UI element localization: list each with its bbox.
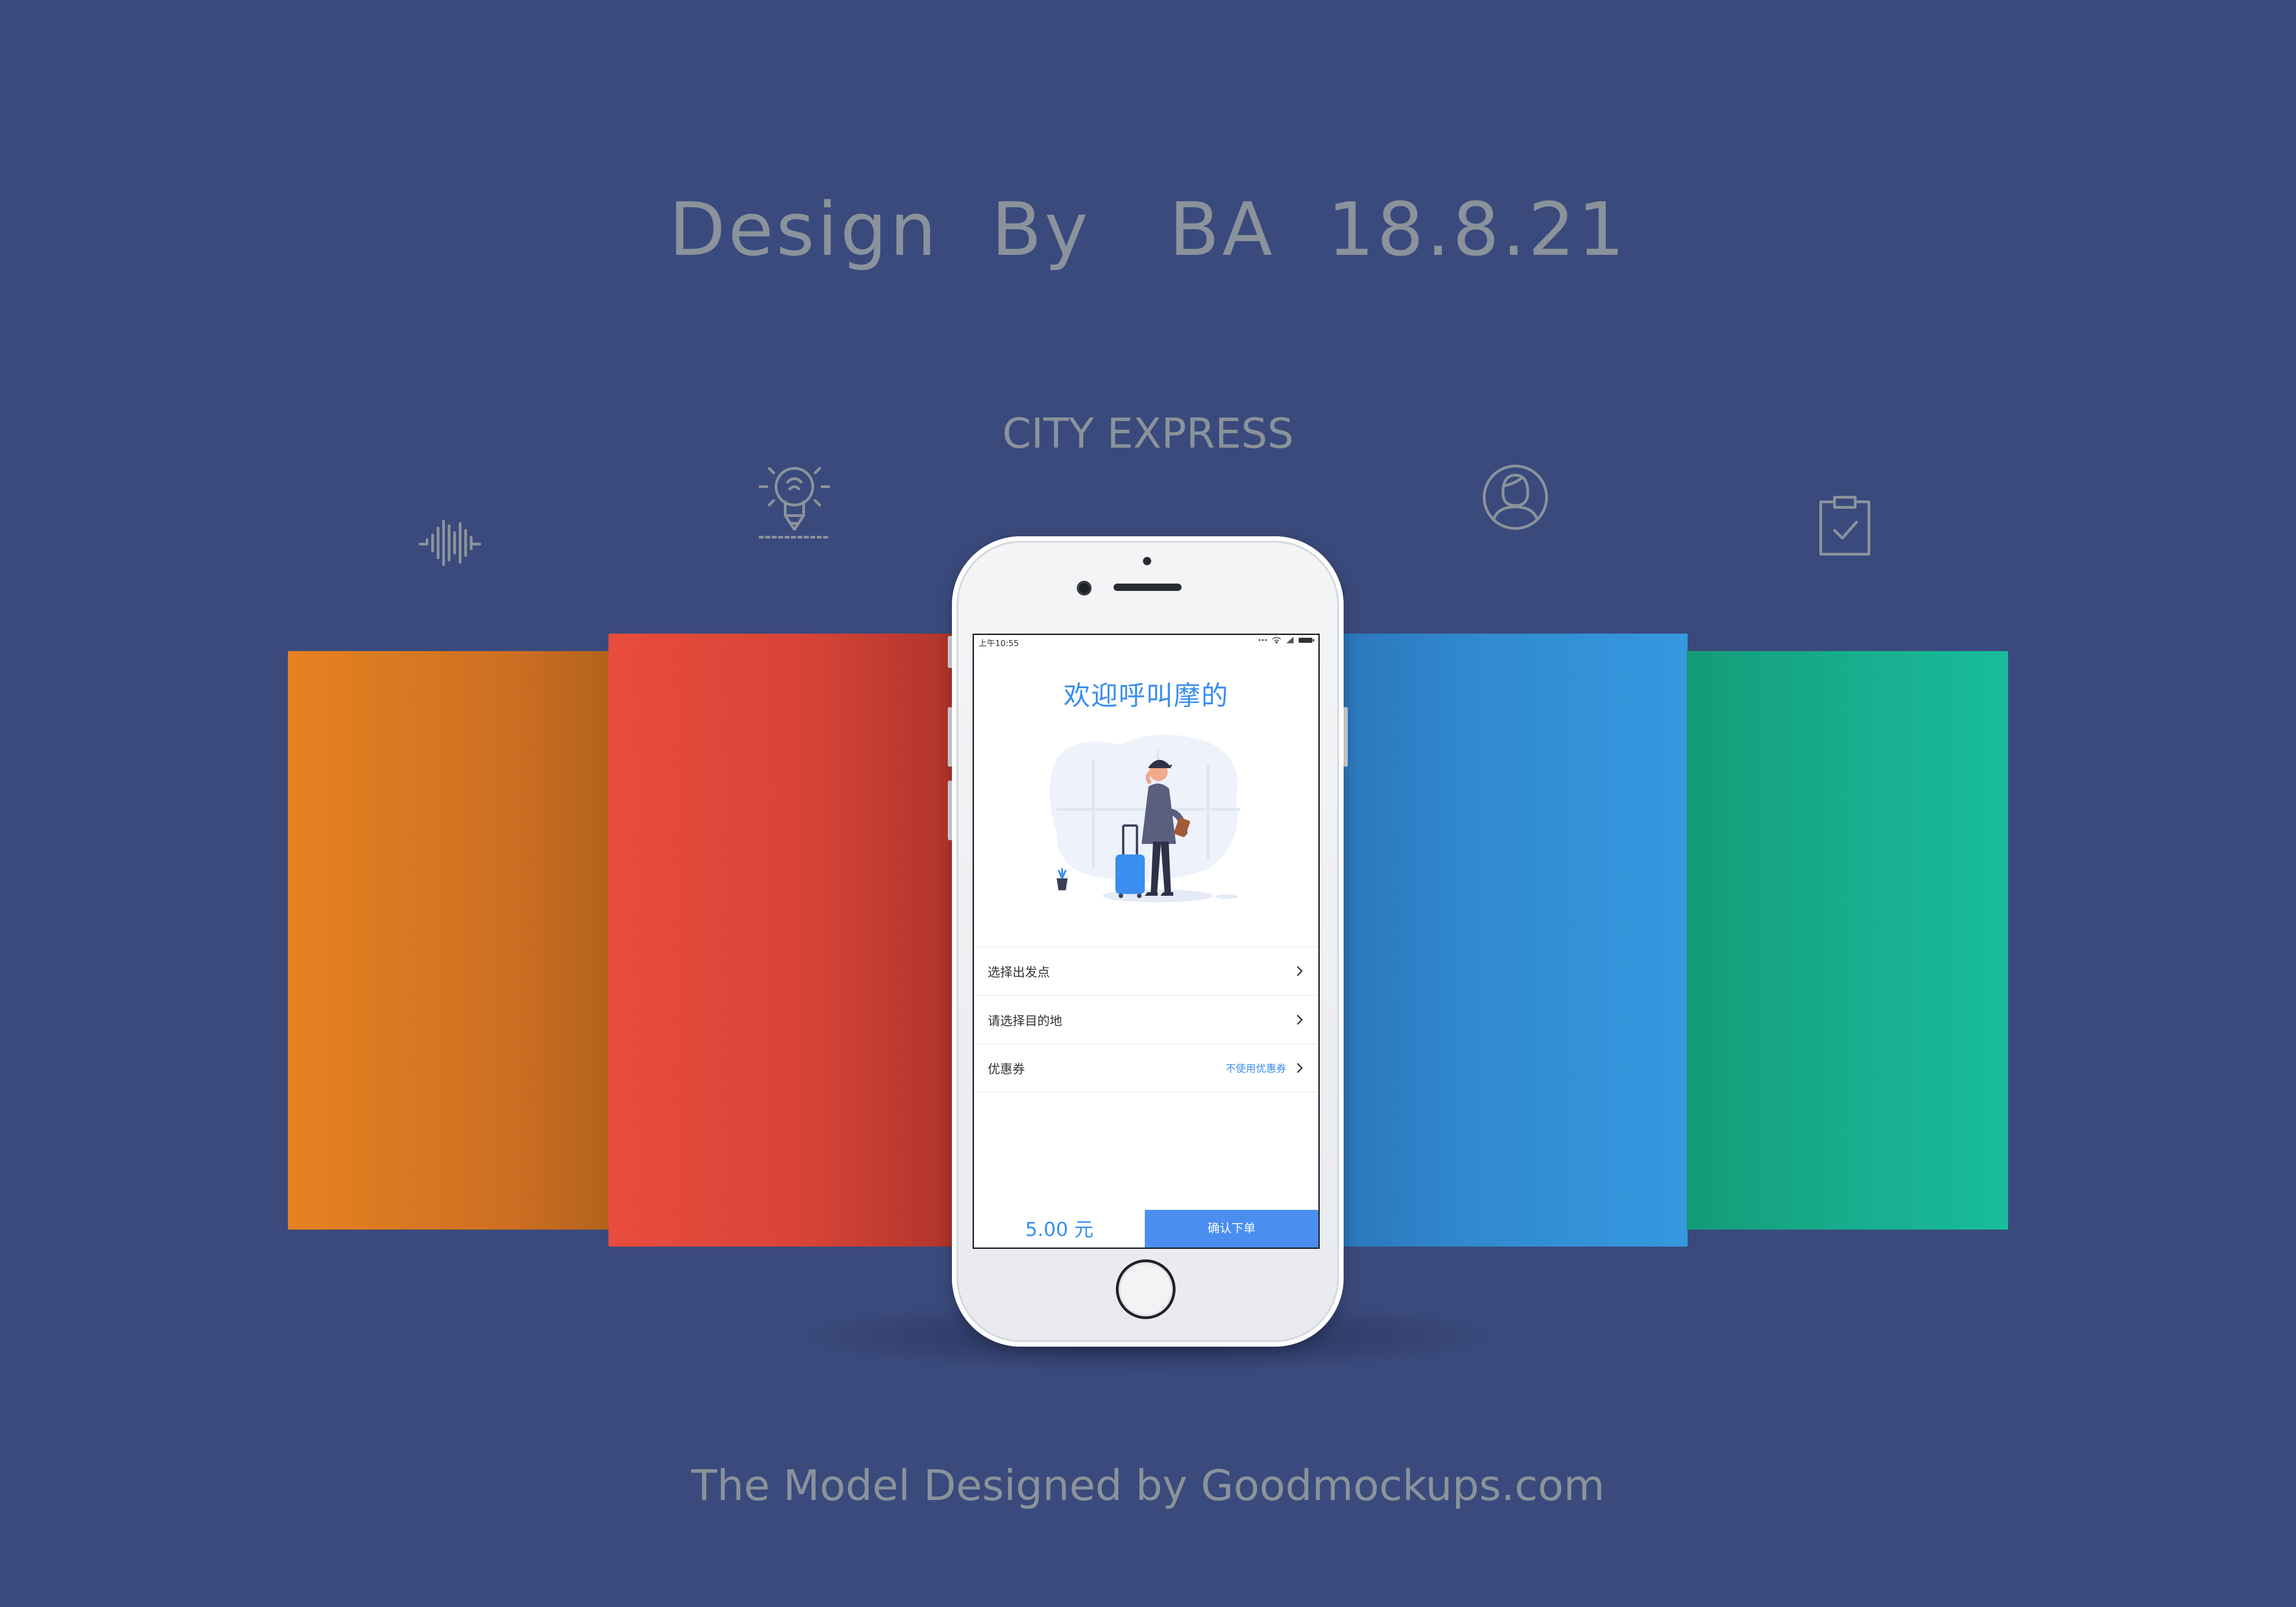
page-title: Design By BA 18.8.21: [669, 186, 1627, 272]
row-destination-label: 请选择目的地: [988, 1014, 1062, 1028]
signal-dots-icon: [1259, 639, 1267, 641]
panel-orange: [288, 651, 609, 1230]
row-destination[interactable]: 请选择目的地: [974, 995, 1318, 1044]
row-departure-label: 选择出发点: [988, 965, 1050, 980]
lightbulb-pencil-icon: [755, 461, 833, 549]
row-departure[interactable]: 选择出发点: [974, 946, 1318, 995]
chevron-right-icon: [1297, 966, 1303, 976]
home-button[interactable]: [1116, 1259, 1176, 1319]
wifi-icon: [1272, 637, 1281, 644]
status-bar: 上午10:55: [974, 635, 1318, 648]
mockup-credit: The Model Designed by Goodmockups.com: [691, 1461, 1605, 1510]
panel-green: [1687, 651, 2008, 1230]
battery-icon: [1299, 638, 1314, 643]
page-subtitle: CITY EXPRESS: [1002, 410, 1294, 458]
app-screen: 上午10:55 欢迎呼叫摩的 选择出发点 请选择目的地 优惠券 不使用优惠券 5…: [973, 634, 1320, 1249]
status-time: 上午10:55: [979, 639, 1019, 648]
confirm-order-button[interactable]: 确认下单: [1145, 1210, 1318, 1247]
earpiece-speaker: [1114, 584, 1182, 591]
mockup-canvas: Design By BA 18.8.21 CITY EXPRESS 上午10:5…: [0, 0, 2296, 1607]
soundwave-icon: [418, 517, 482, 572]
welcome-heading: 欢迎呼叫摩的: [1063, 680, 1229, 711]
user-circle-icon: [1481, 463, 1550, 532]
clipboard-check-icon: [1816, 494, 1874, 558]
chevron-right-icon: [1297, 1015, 1303, 1025]
order-price: 5.00 元: [1025, 1218, 1094, 1241]
panel-blue: [1318, 634, 1688, 1247]
cellular-icon: [1286, 637, 1294, 643]
row-coupon[interactable]: 优惠券 不使用优惠券: [974, 1044, 1318, 1092]
row-coupon-value: 不使用优惠券: [1225, 1063, 1286, 1075]
panel-red: [608, 634, 976, 1247]
proximity-sensor: [1143, 557, 1151, 565]
phone-power-button: [1343, 707, 1348, 767]
row-coupon-label: 优惠券: [988, 1062, 1025, 1077]
front-camera: [1077, 581, 1092, 596]
order-form: 选择出发点 请选择目的地 优惠券 不使用优惠券: [974, 946, 1318, 1092]
chevron-right-icon: [1297, 1063, 1303, 1073]
status-icons: [1258, 636, 1315, 644]
traveler-illustration: [1043, 731, 1254, 910]
